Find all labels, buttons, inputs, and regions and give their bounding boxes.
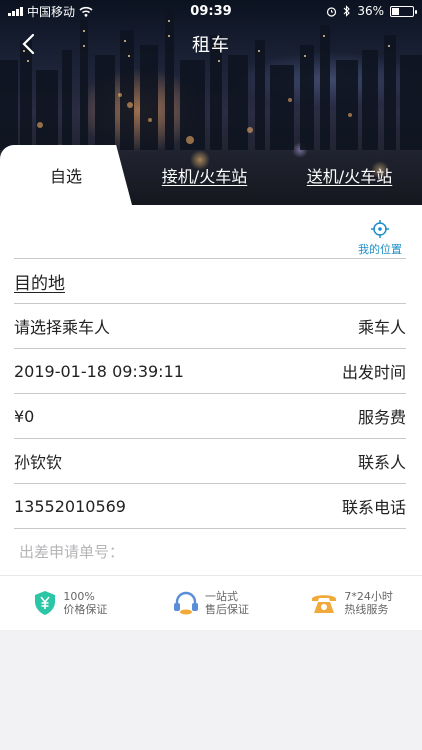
guarantee-aftersale: 一站式 售后保证 [141,590,282,616]
guarantee-strip: 100% 价格保证 一站式 售后保证 7*24小时 热线服务 [0,575,422,630]
phone-label: 联系电话 [341,498,406,517]
status-bar: 中国移动 09:39 36% [0,0,422,22]
alarm-icon [327,6,337,17]
departure-row[interactable]: 2019-01-18 09:39:11 出发时间 [14,348,406,393]
status-time: 09:39 [190,3,232,19]
phone-row[interactable]: 13552010569 联系电话 [14,483,406,528]
guarantee-hotline-line1: 7*24小时 [344,590,393,603]
header-background: 中国移动 09:39 36% 租车 自选 接机/火车站 送机/火车站 [0,0,422,205]
contact-label: 联系人 [357,453,406,472]
battery-icon [390,5,417,17]
guarantee-price-line2: 价格保证 [63,603,108,616]
telephone-icon [312,595,337,613]
destination-field[interactable]: 目的地 [14,269,65,294]
service-fee-row: ¥0 服务费 [14,393,406,438]
guarantee-hotline-line2: 热线服务 [344,603,389,616]
guarantee-price: 100% 价格保证 [0,590,141,616]
chevron-left-icon [22,33,35,55]
crosshair-icon [371,220,389,238]
service-fee-label: 服务费 [357,408,406,427]
passenger-row[interactable]: 请选择乘车人 乘车人 [14,303,406,348]
nav-bar: 租车 [0,26,422,62]
tab-pickup[interactable]: 接机/火车站 [132,145,277,205]
my-location-label: 我的位置 [358,243,402,256]
phone-value[interactable]: 13552010569 [14,497,126,516]
headset-icon [174,591,198,615]
tab-self-select[interactable]: 自选 [0,145,132,205]
page-title: 租车 [192,35,230,56]
shield-yen-icon [35,591,56,615]
departure-label: 出发时间 [341,363,406,382]
booking-form: 我的位置 目的地 请选择乘车人 乘车人 2019-01-18 09:39:11 … [0,205,422,575]
carrier-name: 中国移动 [27,4,76,19]
tab-dropoff[interactable]: 送机/火车站 [277,145,422,205]
service-fee-value: ¥0 [14,406,35,426]
destination-row[interactable]: 目的地 [14,258,406,303]
guarantee-price-line1: 100% [63,590,95,603]
guarantee-hotline[interactable]: 7*24小时 热线服务 [281,590,422,616]
guarantee-aftersale-line2: 售后保证 [205,603,249,616]
contact-row[interactable]: 孙钦钦 联系人 [14,438,406,483]
battery-percent: 36% [357,4,384,18]
back-button[interactable] [10,26,46,62]
wifi-icon [79,6,93,17]
trip-request-row[interactable]: 出差申请单号： [14,528,406,573]
passenger-label: 乘车人 [357,318,406,337]
trip-request-input[interactable]: 出差申请单号： [19,541,124,562]
contact-value[interactable]: 孙钦钦 [14,449,62,473]
my-location-button[interactable]: 我的位置 [354,219,406,257]
departure-value[interactable]: 2019-01-18 09:39:11 [14,362,184,381]
passenger-value[interactable]: 请选择乘车人 [14,314,110,338]
mode-tabs: 自选 接机/火车站 送机/火车站 [0,145,422,205]
guarantee-aftersale-line1: 一站式 [205,590,238,603]
bluetooth-icon [343,5,351,17]
signal-icon [8,6,23,16]
